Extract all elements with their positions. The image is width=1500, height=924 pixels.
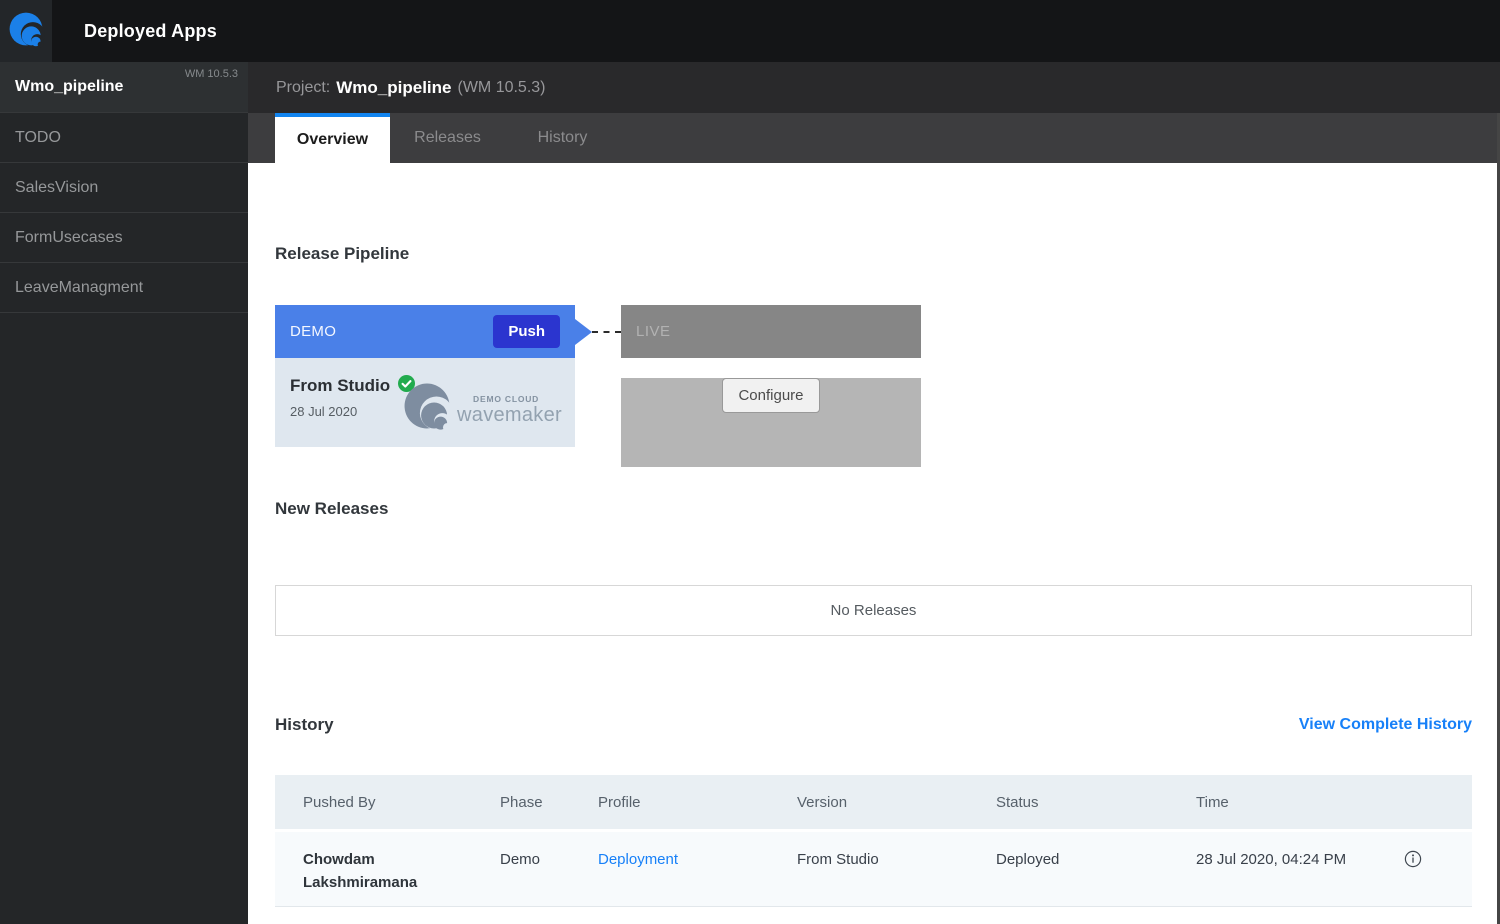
cell-pushed-by: Chowdam Lakshmiramana	[303, 848, 435, 894]
demo-source-label: From Studio	[290, 376, 390, 396]
demo-stage-card: DEMO Push From Studio	[275, 305, 575, 447]
cell-version: From Studio	[797, 848, 996, 871]
push-button[interactable]: Push	[493, 315, 560, 348]
pipeline-cards: DEMO Push From Studio	[275, 305, 1472, 447]
col-phase: Phase	[500, 794, 598, 811]
sidebar-item-formusecases[interactable]: FormUsecases	[0, 213, 248, 263]
history-table: Pushed By Phase Profile Version Status T…	[275, 775, 1472, 907]
pipeline-connector-line	[592, 331, 621, 333]
project-version: (WM 10.5.3)	[457, 79, 545, 97]
history-table-header: Pushed By Phase Profile Version Status T…	[275, 775, 1472, 829]
col-version: Version	[797, 794, 996, 811]
new-releases-heading: New Releases	[275, 499, 1472, 519]
wavemaker-wave-gray-icon	[401, 380, 453, 437]
live-card-body: Configure	[621, 378, 921, 467]
release-pipeline-heading: Release Pipeline	[275, 244, 1472, 264]
sidebar-item-label: LeaveManagment	[15, 279, 143, 297]
topbar: Deployed Apps	[0, 0, 1500, 62]
cell-phase: Demo	[500, 848, 598, 871]
live-stage-title: LIVE	[636, 323, 671, 340]
col-time: Time	[1196, 794, 1404, 811]
app-frame: Deployed Apps WM 10.5.3 Wmo_pipeline TOD…	[0, 0, 1500, 924]
live-stage-card: LIVE Configure	[621, 305, 921, 447]
overview-content: Release Pipeline DEMO Push From Studio	[248, 163, 1500, 924]
demo-card-body: From Studio 28 Jul 2020	[275, 358, 575, 447]
history-heading: History	[275, 715, 334, 735]
col-pushed-by: Pushed By	[303, 794, 500, 811]
sidebar-item-label: FormUsecases	[15, 229, 123, 247]
demo-stage-title: DEMO	[290, 323, 336, 340]
info-circle-icon[interactable]	[1404, 855, 1422, 872]
sidebar-item-version: WM 10.5.3	[185, 68, 238, 80]
live-card-header: LIVE	[621, 305, 921, 358]
sidebar-item-wmo-pipeline[interactable]: WM 10.5.3 Wmo_pipeline	[0, 62, 248, 113]
sidebar-item-label: Wmo_pipeline	[15, 78, 123, 96]
sidebar: WM 10.5.3 Wmo_pipeline TODO SalesVision …	[0, 62, 248, 924]
demo-card-header: DEMO Push	[275, 305, 575, 358]
sidebar-item-todo[interactable]: TODO	[0, 113, 248, 163]
col-profile: Profile	[598, 794, 797, 811]
sidebar-item-label: TODO	[15, 129, 61, 147]
deployment-profile-link[interactable]: Deployment	[598, 851, 678, 868]
demo-cloud-logo: DEMO CLOUD wavemaker	[401, 380, 562, 437]
main-area: Project: Wmo_pipeline (WM 10.5.3) Overvi…	[248, 62, 1500, 924]
sidebar-item-salesvision[interactable]: SalesVision	[0, 163, 248, 213]
sidebar-item-label: SalesVision	[15, 179, 98, 197]
history-table-row: Chowdam Lakshmiramana Demo Deployment Fr…	[275, 829, 1472, 907]
cell-status: Deployed	[996, 848, 1196, 871]
no-releases-box: No Releases	[275, 585, 1472, 636]
configure-button[interactable]: Configure	[722, 378, 819, 413]
sidebar-item-leavemanagment[interactable]: LeaveManagment	[0, 263, 248, 313]
tab-history[interactable]: History	[505, 113, 620, 163]
tab-bar: Overview Releases History	[248, 113, 1500, 163]
tab-overview[interactable]: Overview	[275, 113, 390, 163]
view-complete-history-link[interactable]: View Complete History	[1299, 716, 1472, 734]
project-header: Project: Wmo_pipeline (WM 10.5.3)	[248, 62, 1500, 113]
col-status: Status	[996, 794, 1196, 811]
tab-releases[interactable]: Releases	[390, 113, 505, 163]
logo-square	[0, 0, 52, 62]
project-name: Wmo_pipeline	[336, 78, 451, 98]
wavemaker-wordmark: wavemaker	[457, 406, 562, 424]
cell-time: 28 Jul 2020, 04:24 PM	[1196, 848, 1348, 871]
project-label: Project:	[276, 79, 330, 97]
demo-cloud-label: DEMO CLOUD	[473, 394, 562, 404]
app-title: Deployed Apps	[84, 0, 217, 62]
wavemaker-logo-icon	[7, 10, 45, 53]
